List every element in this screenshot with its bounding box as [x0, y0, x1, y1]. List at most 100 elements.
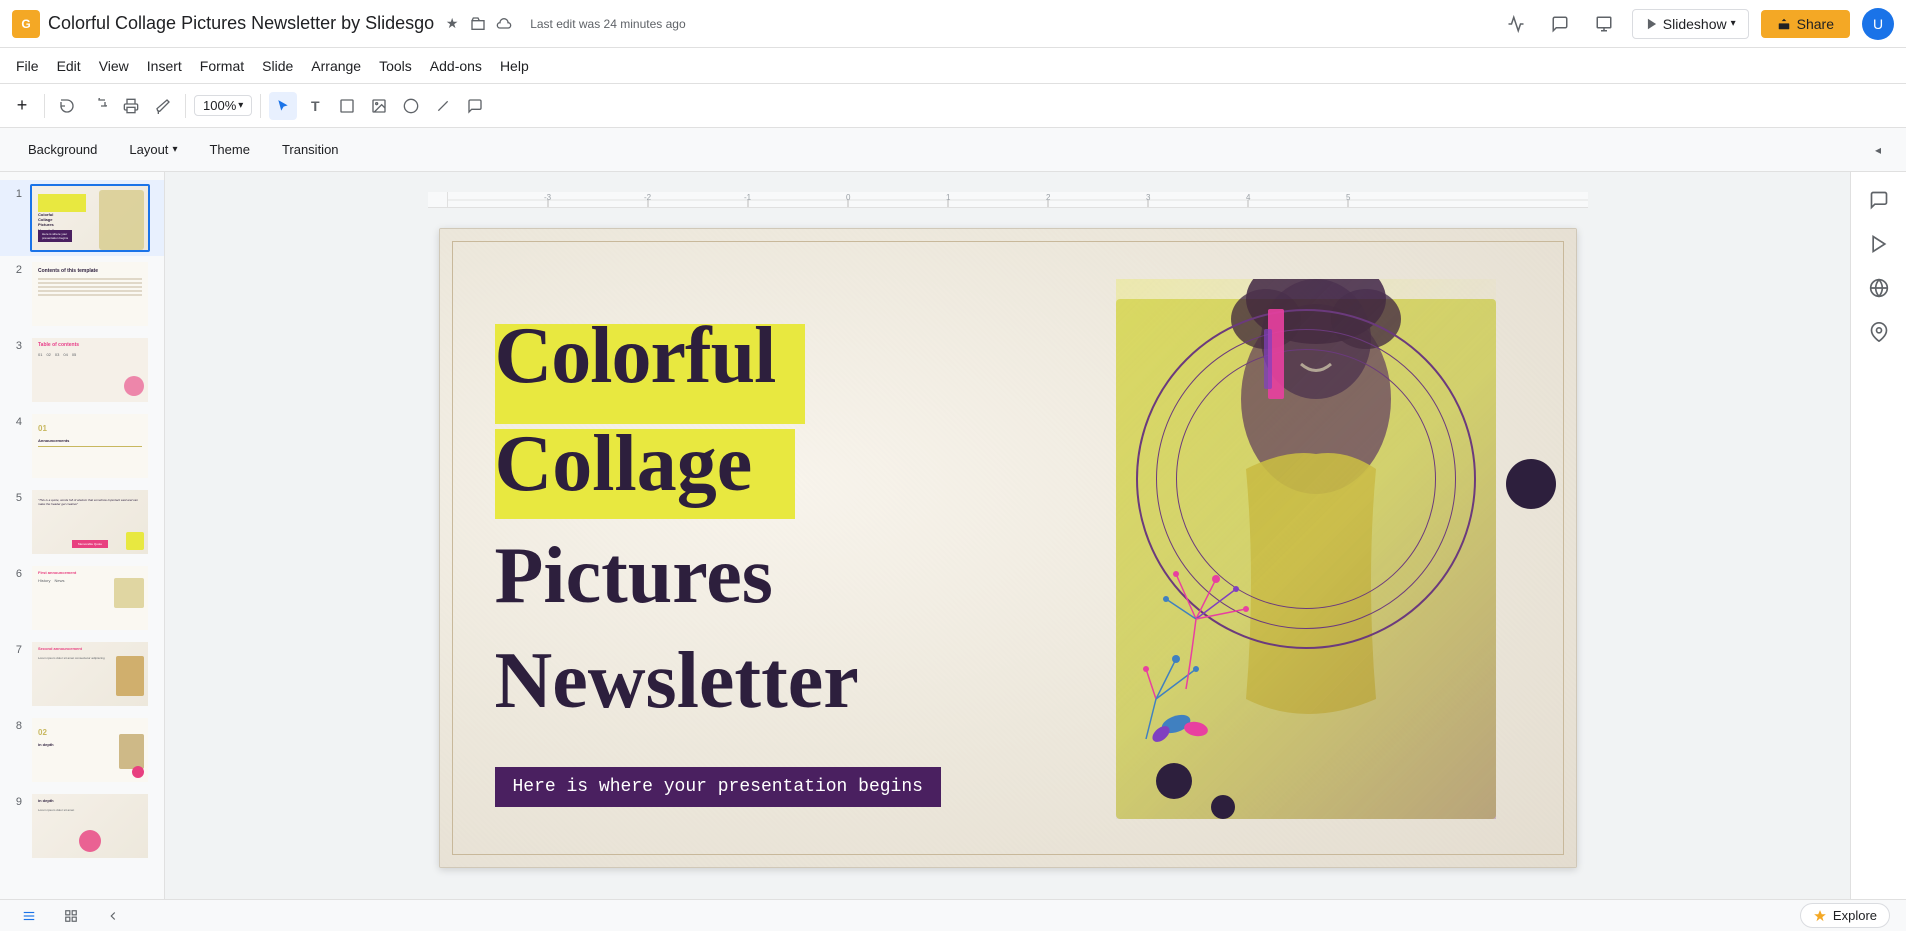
- svg-text:1: 1: [946, 193, 951, 202]
- star-icon[interactable]: ★: [442, 14, 462, 34]
- deco-dot-bottom-2: [1211, 795, 1235, 819]
- canvas-area: -3 -2 -1 0 1 2 3 4: [165, 172, 1850, 899]
- title-icons: ★: [442, 14, 514, 34]
- select-tool-button[interactable]: [269, 92, 297, 120]
- slide-preview-9: in depth Lorem ipsum dolor sit amet: [30, 792, 150, 860]
- theme-button[interactable]: Theme: [197, 138, 261, 161]
- svg-text:0: 0: [846, 193, 851, 202]
- presentation-mode-icon[interactable]: [1588, 8, 1620, 40]
- share-button[interactable]: Share: [1761, 10, 1850, 38]
- svg-text:-2: -2: [644, 193, 652, 202]
- add-slide-button[interactable]: +: [8, 92, 36, 120]
- undo-button[interactable]: [53, 92, 81, 120]
- menu-edit[interactable]: Edit: [49, 54, 89, 78]
- title-line-4: Newsletter: [495, 637, 859, 725]
- slide-toolbar: Background Layout ▾ Theme Transition ◂: [0, 128, 1906, 172]
- subtitle-text: Here is where your presentation begins: [513, 777, 923, 797]
- slide-thumb-5[interactable]: 5 "This is a quote, words full of wisdom…: [0, 484, 164, 560]
- deco-dot-large: [1506, 459, 1556, 509]
- print-button[interactable]: [117, 92, 145, 120]
- line-tool-button[interactable]: [429, 92, 457, 120]
- slide-thumb-9[interactable]: 9 in depth Lorem ipsum dolor sit amet: [0, 788, 164, 864]
- slideshow-button[interactable]: Slideshow ▾: [1632, 9, 1749, 39]
- svg-text:3: 3: [1146, 193, 1151, 202]
- menu-tools[interactable]: Tools: [371, 54, 420, 78]
- toolbar-sep-3: [260, 94, 261, 118]
- transition-button[interactable]: Transition: [270, 138, 351, 161]
- user-avatar[interactable]: U: [1862, 8, 1894, 40]
- zoom-selector[interactable]: 100% ▾: [194, 95, 252, 116]
- list-view-button[interactable]: [16, 907, 42, 925]
- bottom-bar: Explore: [0, 899, 1906, 931]
- menu-bar: File Edit View Insert Format Slide Arran…: [0, 48, 1906, 84]
- slide-subtitle[interactable]: Here is where your presentation begins: [495, 767, 941, 807]
- menu-insert[interactable]: Insert: [139, 54, 190, 78]
- explore-button[interactable]: Explore: [1800, 903, 1890, 928]
- menu-help[interactable]: Help: [492, 54, 537, 78]
- text-tool-button[interactable]: T: [301, 92, 329, 120]
- redo-button[interactable]: [85, 92, 113, 120]
- right-panel: [1850, 172, 1906, 899]
- slide-preview-4: 01 Announcements: [30, 412, 150, 480]
- cloud-icon[interactable]: [494, 14, 514, 34]
- slide-canvas[interactable]: Colorful Collage Pictures Newsletter: [439, 228, 1577, 868]
- comments-panel-button[interactable]: [1859, 180, 1899, 220]
- internet-search-button[interactable]: [1859, 268, 1899, 308]
- slide-preview-2: Contents of this template: [30, 260, 150, 328]
- slide-thumb-6[interactable]: 6 First announcement History News: [0, 560, 164, 636]
- title-line-1: Colorful: [495, 312, 776, 400]
- lightning-deco: [1256, 309, 1296, 454]
- slide-thumb-4[interactable]: 4 01 Announcements: [0, 408, 164, 484]
- main-content: 1 Colorful Collage Pictures Newsletter H…: [0, 172, 1906, 899]
- slide-title-line3[interactable]: Pictures: [495, 534, 773, 618]
- grid-view-button[interactable]: [58, 907, 84, 925]
- last-edit-text: Last edit was 24 minutes ago: [530, 17, 685, 31]
- menu-view[interactable]: View: [91, 54, 137, 78]
- paint-format-button[interactable]: [149, 92, 177, 120]
- slides-panel: 1 Colorful Collage Pictures Newsletter H…: [0, 172, 165, 899]
- person-image-area: [1076, 279, 1536, 839]
- svg-text:-1: -1: [744, 193, 752, 202]
- toolbar: + 100% ▾ T: [0, 84, 1906, 128]
- title-right-actions: Slideshow ▾ Share U: [1500, 8, 1894, 40]
- comment-icon[interactable]: [1544, 8, 1576, 40]
- slide-thumb-8[interactable]: 8 02 in depth: [0, 712, 164, 788]
- linked-objects-button[interactable]: [1859, 312, 1899, 352]
- slide-title[interactable]: Colorful: [495, 314, 776, 398]
- slide-thumb-7[interactable]: 7 Second announcement Lorem ipsum dolor …: [0, 636, 164, 712]
- menu-file[interactable]: File: [8, 54, 47, 78]
- circle-tool-button[interactable]: [397, 92, 425, 120]
- svg-text:-3: -3: [544, 193, 552, 202]
- slide-thumb-3[interactable]: 3 Table of contents 01 02 03 04 05: [0, 332, 164, 408]
- menu-slide[interactable]: Slide: [254, 54, 301, 78]
- svg-text:2: 2: [1046, 193, 1051, 202]
- svg-text:4: 4: [1246, 193, 1251, 202]
- background-button[interactable]: Background: [16, 138, 109, 161]
- slide-preview-3: Table of contents 01 02 03 04 05: [30, 336, 150, 404]
- hide-panel-button[interactable]: [100, 907, 126, 925]
- activity-icon[interactable]: [1500, 8, 1532, 40]
- animations-panel-button[interactable]: [1859, 224, 1899, 264]
- image-tool-button[interactable]: [365, 92, 393, 120]
- comment-tool-button[interactable]: [461, 92, 489, 120]
- slide-preview-8: 02 in depth: [30, 716, 150, 784]
- app-icon: G: [12, 10, 40, 38]
- doc-title: Colorful Collage Pictures Newsletter by …: [48, 13, 434, 34]
- slide-thumb-1[interactable]: 1 Colorful Collage Pictures Newsletter H…: [0, 180, 164, 256]
- layout-button[interactable]: Layout ▾: [117, 138, 189, 161]
- floral-deco: [1116, 559, 1276, 764]
- slide-title-line4[interactable]: Newsletter: [495, 639, 859, 723]
- slide-preview-5: "This is a quote, words full of wisdom t…: [30, 488, 150, 556]
- collapse-sidebar-button[interactable]: ◂: [1866, 138, 1890, 162]
- slide-title-line2[interactable]: Collage: [495, 422, 753, 506]
- slide-thumb-2[interactable]: 2 Contents of this template: [0, 256, 164, 332]
- menu-addons[interactable]: Add-ons: [422, 54, 490, 78]
- folder-icon[interactable]: [468, 14, 488, 34]
- shape-tool-button[interactable]: [333, 92, 361, 120]
- toolbar-sep-2: [185, 94, 186, 118]
- title-line-2: Collage: [495, 420, 753, 508]
- title-line-3: Pictures: [495, 532, 773, 620]
- svg-text:5: 5: [1346, 193, 1351, 202]
- menu-format[interactable]: Format: [192, 54, 252, 78]
- menu-arrange[interactable]: Arrange: [303, 54, 369, 78]
